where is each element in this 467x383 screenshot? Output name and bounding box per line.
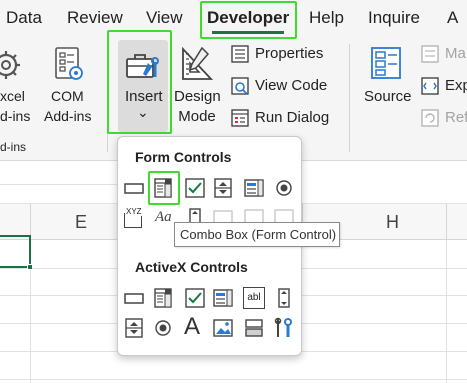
refresh-data-icon xyxy=(421,109,439,127)
toggle-button-control-icon[interactable] xyxy=(243,317,265,339)
tab-acrobat[interactable]: A xyxy=(447,8,458,28)
xml-source-icon[interactable] xyxy=(370,46,402,80)
activex-combo-box-icon[interactable] xyxy=(152,287,174,309)
expansion-packs-button[interactable]: Exp xyxy=(445,77,467,94)
more-controls-icon[interactable] xyxy=(273,317,295,339)
activex-check-box-icon[interactable] xyxy=(184,287,206,309)
expansion-packs-icon xyxy=(421,77,439,95)
tab-review[interactable]: Review xyxy=(67,8,123,28)
column-header-h[interactable]: H xyxy=(386,212,399,233)
form-controls-heading: Form Controls xyxy=(135,149,232,165)
gridline xyxy=(0,379,467,380)
source-label[interactable]: Source xyxy=(364,88,412,105)
group-separator xyxy=(349,44,350,152)
view-code-button[interactable]: View Code xyxy=(255,77,327,94)
text-box-control-icon[interactable]: abl xyxy=(243,287,265,309)
combo-box-highlight xyxy=(148,171,180,205)
insert-button-highlight xyxy=(107,30,172,134)
tab-inquire[interactable]: Inquire xyxy=(368,8,420,28)
button-control-icon[interactable] xyxy=(123,177,145,199)
refresh-data-button[interactable]: Ref xyxy=(445,109,467,126)
excel-addins-label-1[interactable]: xcel xyxy=(0,88,25,104)
image-control-icon[interactable] xyxy=(212,317,234,339)
command-button-control-icon[interactable] xyxy=(123,287,145,309)
design-mode-label-1[interactable]: Design xyxy=(174,88,221,105)
com-addins-label-2[interactable]: Add-ins xyxy=(44,108,91,124)
gridline xyxy=(446,240,447,383)
label-control-icon[interactable]: Aa xyxy=(155,209,172,226)
list-box-control-icon[interactable] xyxy=(243,177,265,199)
addins-group-label: d-ins xyxy=(0,140,27,154)
activex-list-box-icon[interactable] xyxy=(212,287,234,309)
activex-spin-button-icon[interactable] xyxy=(123,317,145,339)
run-dialog-icon xyxy=(231,109,249,127)
developer-tab-highlight xyxy=(200,1,297,39)
view-code-icon xyxy=(231,77,249,95)
tab-help[interactable]: Help xyxy=(309,8,344,28)
com-addins-label-1[interactable]: COM xyxy=(51,88,84,104)
tab-view[interactable]: View xyxy=(146,8,183,28)
gridline xyxy=(0,184,117,185)
activex-option-button-icon[interactable] xyxy=(152,317,174,339)
properties-icon xyxy=(231,45,249,63)
activex-label-control-icon[interactable]: A xyxy=(184,313,200,341)
spin-button-control-icon[interactable] xyxy=(212,177,234,199)
column-header-e[interactable]: E xyxy=(75,212,87,233)
excel-addins-label-2[interactable]: d-ins xyxy=(0,108,30,124)
activex-controls-heading: ActiveX Controls xyxy=(135,259,248,275)
group-box-superscript: XYZ xyxy=(125,207,143,216)
combo-box-tooltip: Combo Box (Form Control) xyxy=(174,222,340,247)
activex-scroll-bar-icon[interactable] xyxy=(273,287,295,309)
option-button-control-icon[interactable] xyxy=(273,177,295,199)
map-properties-icon xyxy=(421,45,439,63)
com-addins-icon[interactable] xyxy=(53,46,85,82)
fill-handle[interactable] xyxy=(27,264,33,270)
properties-button[interactable]: Properties xyxy=(255,45,323,62)
check-box-control-icon[interactable] xyxy=(184,177,206,199)
run-dialog-button[interactable]: Run Dialog xyxy=(255,109,329,126)
group-box-control-icon[interactable]: XYZ xyxy=(123,207,145,229)
map-properties-button[interactable]: Ma xyxy=(445,45,466,62)
gear-icon xyxy=(0,51,20,79)
design-mode-label-2[interactable]: Mode xyxy=(174,108,220,125)
column-divider xyxy=(446,203,447,240)
tab-data[interactable]: Data xyxy=(6,8,42,28)
design-mode-icon[interactable] xyxy=(180,46,214,82)
